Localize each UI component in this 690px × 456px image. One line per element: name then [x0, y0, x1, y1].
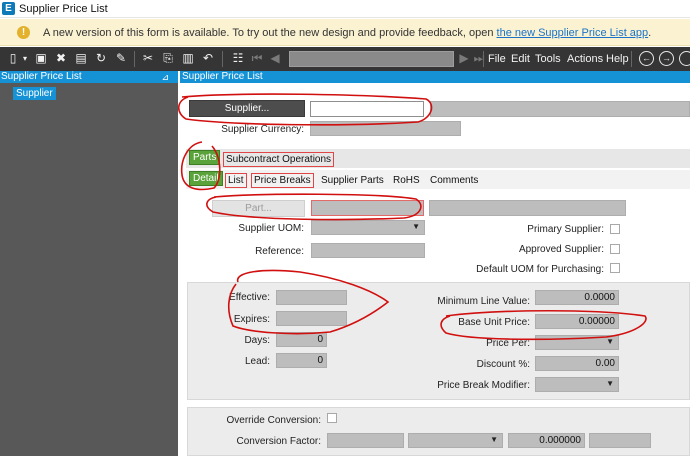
delete-icon[interactable]: ✖ — [54, 51, 68, 66]
tab-comments[interactable]: Comments — [430, 174, 478, 187]
menu-edit[interactable]: Edit — [511, 53, 530, 65]
tab-supplier-parts[interactable]: Supplier Parts — [321, 174, 384, 187]
supplier-button[interactable]: Supplier... — [189, 100, 305, 117]
undo-icon[interactable]: ↶ — [201, 51, 215, 66]
part-description-field — [429, 200, 626, 216]
tab-parts[interactable]: Parts — [189, 150, 221, 165]
menu-tools[interactable]: Tools — [535, 53, 561, 65]
chevron-down-icon: ▼ — [606, 337, 614, 346]
copy-icon[interactable]: ⎘ — [161, 51, 175, 66]
tree-panel: Supplier Price List ⊿ Supplier — [0, 71, 178, 456]
supplier-uom-dropdown[interactable]: ▼ — [311, 220, 425, 235]
tab-price-breaks[interactable]: Price Breaks — [251, 173, 314, 188]
window-title: Supplier Price List — [19, 3, 108, 15]
override-conversion-checkbox[interactable] — [327, 413, 337, 423]
menu-help[interactable]: Help — [606, 53, 629, 65]
conversion-factor-label: Conversion Factor: — [236, 436, 321, 447]
banner-message: A new version of this form is available.… — [43, 27, 651, 39]
banner-end: . — [648, 27, 652, 39]
lead-label: Lead: — [244, 356, 270, 367]
back-arrow-icon[interactable]: ← — [639, 51, 654, 66]
tree-header: Supplier Price List ⊿ — [0, 71, 178, 83]
min-line-value-label: Minimum Line Value: — [437, 296, 530, 307]
chevron-down-icon: ▼ — [606, 379, 614, 388]
expires-date-field[interactable] — [276, 311, 347, 326]
price-per-dropdown[interactable]: ▼ — [535, 335, 619, 350]
lead-field[interactable]: 0 — [276, 353, 327, 368]
days-field[interactable]: 0 — [276, 332, 327, 347]
new-version-banner: ! A new version of this form is availabl… — [0, 19, 690, 46]
default-uom-checkbox[interactable] — [610, 263, 620, 273]
reference-label: Reference: — [255, 246, 304, 257]
warning-icon: ! — [17, 26, 30, 39]
chevron-down-icon: ▼ — [490, 435, 498, 444]
main-panel-header: Supplier Price List — [180, 71, 690, 83]
conversion-from-uom-field — [327, 433, 404, 448]
reference-field[interactable] — [311, 243, 425, 258]
price-break-modifier-dropdown[interactable]: ▼ — [535, 377, 619, 392]
part-number-field[interactable] — [311, 200, 424, 216]
min-line-value-field[interactable]: 0.0000 — [535, 290, 619, 305]
supplier-id-input[interactable] — [310, 101, 424, 117]
price-break-modifier-label: Price Break Modifier: — [437, 380, 530, 391]
approved-supplier-checkbox[interactable] — [610, 244, 620, 254]
primary-supplier-checkbox[interactable] — [610, 224, 620, 234]
tree-node-supplier[interactable]: Supplier — [13, 87, 56, 100]
attach-icon[interactable]: ▤ — [74, 51, 88, 66]
part-button[interactable]: Part... — [212, 200, 305, 217]
chevron-down-icon: ▼ — [412, 222, 420, 231]
cut-icon[interactable]: ✂ — [141, 51, 155, 66]
previous-record-icon[interactable]: ◀ — [268, 51, 282, 66]
menu-actions[interactable]: Actions — [567, 53, 603, 65]
base-unit-price-label: Base Unit Price: — [458, 317, 530, 328]
days-label: Days: — [244, 335, 270, 346]
toolbar-divider — [134, 51, 135, 67]
effective-date-field[interactable] — [276, 290, 347, 305]
price-per-label: Price Per: — [486, 338, 530, 349]
toolbar-divider — [222, 51, 223, 67]
discount-label: Discount %: — [476, 359, 530, 370]
record-navigator-field[interactable] — [289, 51, 454, 67]
save-icon[interactable]: ▣ — [34, 51, 48, 66]
tab-detail[interactable]: Detail — [189, 171, 223, 186]
toolbar: ▯ ▾ ▣ ✖ ▤ ↻ ✎ ✂ ⎘ ▥ ↶ ☷ ⏮ ◀ ▶ ⏭ File Edi… — [0, 47, 690, 71]
paste-icon[interactable]: ▥ — [181, 51, 195, 66]
new-app-link[interactable]: the new Supplier Price List app — [497, 27, 649, 39]
approved-supplier-label: Approved Supplier: — [518, 244, 604, 255]
conversion-uom-dropdown[interactable]: ▼ — [408, 433, 503, 448]
toolbar-divider — [631, 51, 632, 67]
supplier-currency-field — [310, 121, 461, 136]
tab-list[interactable]: List — [225, 173, 247, 188]
discount-field[interactable]: 0.00 — [535, 356, 619, 371]
menu-file[interactable]: File — [488, 53, 506, 65]
clear-icon[interactable]: ✎ — [114, 51, 128, 66]
first-record-icon[interactable]: ⏮ — [250, 51, 264, 66]
banner-text: A new version of this form is available.… — [43, 27, 497, 39]
more-icon[interactable] — [679, 51, 690, 66]
supplier-uom-label: Supplier UOM: — [238, 223, 304, 234]
toolbar-divider — [483, 51, 484, 67]
pin-icon[interactable]: ⊿ — [161, 71, 169, 83]
next-record-icon[interactable]: ▶ — [457, 51, 471, 66]
forward-arrow-icon[interactable]: → — [659, 51, 674, 66]
default-uom-label: Default UOM for Purchasing: — [476, 264, 604, 275]
title-bar: E Supplier Price List — [0, 0, 690, 18]
new-dropdown-chevron-icon[interactable]: ▾ — [18, 51, 32, 66]
effective-label: Effective: — [229, 292, 270, 303]
supplier-currency-label: Supplier Currency: — [221, 124, 304, 135]
override-conversion-label: Override Conversion: — [226, 415, 321, 426]
tab-subcontract-operations[interactable]: Subcontract Operations — [223, 152, 335, 167]
supplier-name-field — [430, 101, 690, 117]
tree-header-label: Supplier Price List — [1, 71, 82, 82]
app-logo-icon: E — [2, 2, 15, 15]
expires-label: Expires: — [233, 314, 270, 325]
conversion-factor-field[interactable]: 0.000000 — [508, 433, 585, 448]
binoculars-search-icon[interactable]: ☷ — [231, 51, 245, 66]
conversion-to-uom-field — [589, 433, 651, 448]
base-unit-price-field[interactable]: 0.00000 — [535, 314, 619, 329]
refresh-icon[interactable]: ↻ — [94, 51, 108, 66]
primary-supplier-label: Primary Supplier: — [527, 224, 604, 235]
tab-rohs[interactable]: RoHS — [393, 174, 420, 187]
